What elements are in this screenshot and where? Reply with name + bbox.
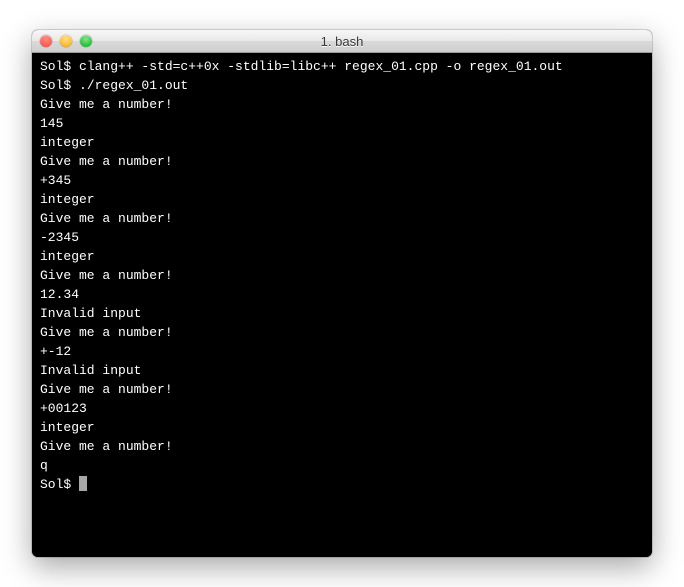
terminal-line: Give me a number! <box>40 266 644 285</box>
terminal-line: Invalid input <box>40 304 644 323</box>
terminal-line: integer <box>40 133 644 152</box>
terminal-line: integer <box>40 190 644 209</box>
terminal-line: +-12 <box>40 342 644 361</box>
terminal-line: 12.34 <box>40 285 644 304</box>
terminal-line: 145 <box>40 114 644 133</box>
close-button[interactable] <box>40 35 52 47</box>
minimize-button[interactable] <box>60 35 72 47</box>
window-title: 1. bash <box>32 34 652 49</box>
terminal-line: +00123 <box>40 399 644 418</box>
terminal-line: -2345 <box>40 228 644 247</box>
shell-prompt: Sol$ <box>40 78 79 93</box>
shell-prompt: Sol$ <box>40 477 79 492</box>
terminal-line: Sol$ clang++ -std=c++0x -stdlib=libc++ r… <box>40 57 644 76</box>
terminal-line: Invalid input <box>40 361 644 380</box>
traffic-lights <box>32 35 92 47</box>
terminal-line: Give me a number! <box>40 209 644 228</box>
terminal-line: integer <box>40 418 644 437</box>
terminal-line: Give me a number! <box>40 380 644 399</box>
terminal-line: +345 <box>40 171 644 190</box>
shell-prompt: Sol$ <box>40 59 79 74</box>
cursor-icon <box>79 476 87 491</box>
terminal-line: Sol$ ./regex_01.out <box>40 76 644 95</box>
terminal-line: Give me a number! <box>40 152 644 171</box>
terminal-line: Give me a number! <box>40 437 644 456</box>
terminal-content[interactable]: Sol$ clang++ -std=c++0x -stdlib=libc++ r… <box>32 53 652 557</box>
terminal-window: 1. bash Sol$ clang++ -std=c++0x -stdlib=… <box>32 30 652 557</box>
terminal-line: Give me a number! <box>40 95 644 114</box>
zoom-button[interactable] <box>80 35 92 47</box>
terminal-line: Sol$ <box>40 475 644 494</box>
terminal-line: integer <box>40 247 644 266</box>
terminal-line: Give me a number! <box>40 323 644 342</box>
titlebar: 1. bash <box>32 30 652 53</box>
terminal-line: q <box>40 456 644 475</box>
